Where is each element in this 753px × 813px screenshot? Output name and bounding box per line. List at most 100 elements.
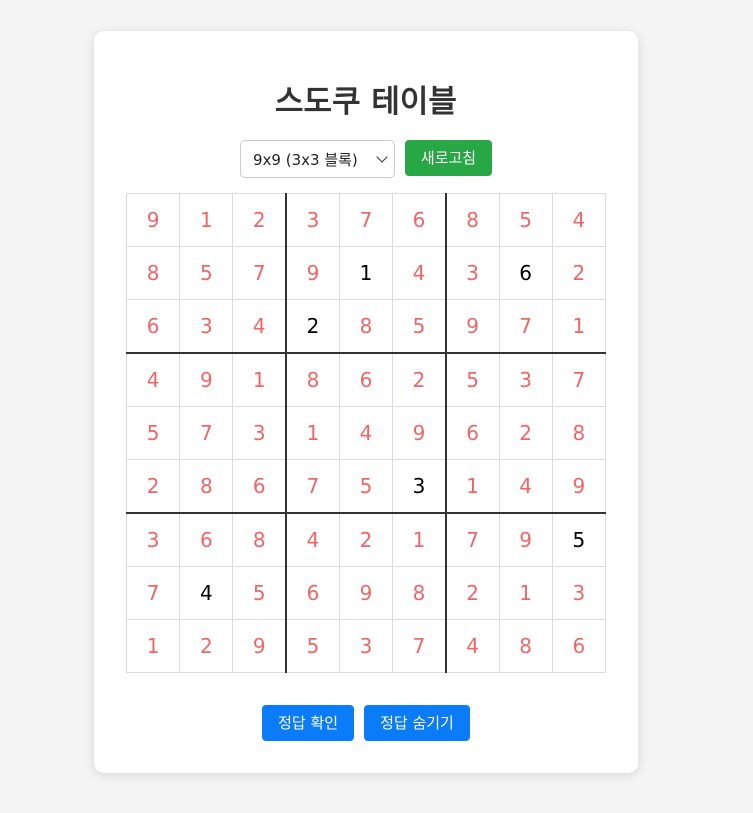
grid-cell[interactable]: 6: [179, 511, 234, 567]
grid-cell[interactable]: 7: [392, 618, 447, 674]
grid-cell[interactable]: 5: [551, 511, 607, 567]
refresh-button[interactable]: 새로고침: [405, 140, 492, 176]
grid-cell[interactable]: 9: [338, 565, 394, 620]
grid-cell[interactable]: 8: [392, 565, 447, 620]
grid-cell[interactable]: 5: [285, 618, 340, 674]
grid-cell[interactable]: 1: [125, 618, 181, 674]
sudoku-card: 스도쿠 테이블 9x9 (3x3 블록) 새로고침 91237685485791…: [94, 31, 638, 773]
grid-row: 573149628: [125, 405, 607, 461]
grid-cell[interactable]: 4: [551, 192, 607, 248]
grid-row: 368421795: [125, 511, 607, 567]
grid-cell[interactable]: 6: [444, 405, 500, 461]
grid-cell[interactable]: 5: [498, 192, 553, 248]
grid-cell[interactable]: 8: [232, 511, 287, 567]
grid-cell[interactable]: 4: [125, 352, 181, 407]
grid-cell[interactable]: 8: [444, 192, 500, 248]
grid-cell[interactable]: 9: [285, 246, 340, 301]
grid-row: 745698213: [125, 565, 607, 620]
grid-cell[interactable]: 1: [392, 511, 447, 567]
grid-cell[interactable]: 2: [232, 192, 287, 248]
page-title: 스도쿠 테이블: [275, 84, 457, 120]
grid-cell[interactable]: 6: [392, 192, 447, 248]
grid-cell[interactable]: 1: [551, 299, 607, 354]
grid-cell[interactable]: 9: [551, 459, 607, 514]
grid-cell[interactable]: 5: [444, 352, 500, 407]
grid-cell[interactable]: 2: [125, 459, 181, 514]
grid-cell[interactable]: 9: [125, 192, 181, 248]
grid-cell[interactable]: 7: [498, 299, 553, 354]
grid-cell[interactable]: 7: [125, 565, 181, 620]
grid-cell[interactable]: 8: [551, 405, 607, 461]
grid-cell[interactable]: 3: [285, 192, 340, 248]
grid-cell[interactable]: 6: [232, 459, 287, 514]
grid-cell[interactable]: 9: [498, 511, 553, 567]
grid-row: 912376854: [125, 192, 607, 248]
grid-cell[interactable]: 6: [551, 618, 607, 674]
grid-cell[interactable]: 7: [551, 352, 607, 407]
grid-row: 129537486: [125, 618, 607, 674]
grid-cell[interactable]: 7: [179, 405, 234, 461]
sudoku-grid: 9123768548579143626342859714918625375731…: [125, 192, 607, 674]
grid-cell[interactable]: 9: [392, 405, 447, 461]
grid-cell[interactable]: 1: [285, 405, 340, 461]
chevron-down-icon: [376, 151, 388, 163]
grid-cell[interactable]: 4: [338, 405, 394, 461]
hide-answer-button[interactable]: 정답 숨기기: [364, 705, 470, 741]
grid-cell[interactable]: 5: [392, 299, 447, 354]
answer-actions: 정답 확인 정답 숨기기: [94, 705, 638, 741]
grid-cell[interactable]: 4: [444, 618, 500, 674]
grid-cell[interactable]: 1: [338, 246, 394, 301]
grid-cell[interactable]: 7: [444, 511, 500, 567]
grid-cell[interactable]: 8: [125, 246, 181, 301]
grid-cell[interactable]: 6: [125, 299, 181, 354]
grid-cell[interactable]: 1: [498, 565, 553, 620]
check-answer-button[interactable]: 정답 확인: [262, 705, 355, 741]
grid-cell[interactable]: 8: [179, 459, 234, 514]
grid-cell[interactable]: 5: [125, 405, 181, 461]
grid-cell[interactable]: 3: [125, 511, 181, 567]
grid-cell[interactable]: 4: [179, 565, 234, 620]
grid-cell[interactable]: 7: [232, 246, 287, 301]
grid-cell[interactable]: 3: [551, 565, 607, 620]
grid-cell[interactable]: 9: [179, 352, 234, 407]
grid-cell[interactable]: 4: [392, 246, 447, 301]
grid-cell[interactable]: 2: [179, 618, 234, 674]
grid-cell[interactable]: 1: [444, 459, 500, 514]
grid-cell[interactable]: 3: [338, 618, 394, 674]
grid-cell[interactable]: 3: [444, 246, 500, 301]
grid-cell[interactable]: 6: [338, 352, 394, 407]
grid-cell[interactable]: 1: [179, 192, 234, 248]
grid-cell[interactable]: 9: [232, 618, 287, 674]
grid-cell[interactable]: 2: [551, 246, 607, 301]
grid-cell[interactable]: 5: [338, 459, 394, 514]
grid-cell[interactable]: 3: [179, 299, 234, 354]
grid-cell[interactable]: 5: [179, 246, 234, 301]
grid-cell[interactable]: 7: [338, 192, 394, 248]
grid-cell[interactable]: 5: [232, 565, 287, 620]
grid-size-select[interactable]: 9x9 (3x3 블록): [240, 140, 395, 178]
grid-row: 634285971: [125, 299, 607, 354]
grid-cell[interactable]: 9: [444, 299, 500, 354]
grid-cell[interactable]: 4: [232, 299, 287, 354]
grid-cell[interactable]: 2: [498, 405, 553, 461]
grid-cell[interactable]: 7: [285, 459, 340, 514]
grid-cell[interactable]: 1: [232, 352, 287, 407]
grid-cell[interactable]: 3: [392, 459, 447, 514]
grid-cell[interactable]: 2: [444, 565, 500, 620]
grid-cell[interactable]: 4: [285, 511, 340, 567]
grid-cell[interactable]: 8: [338, 299, 394, 354]
grid-cell[interactable]: 6: [498, 246, 553, 301]
grid-cell[interactable]: 2: [285, 299, 340, 354]
controls-bar: 9x9 (3x3 블록) 새로고침: [94, 140, 638, 178]
grid-cell[interactable]: 2: [338, 511, 394, 567]
grid-cell[interactable]: 4: [498, 459, 553, 514]
grid-cell[interactable]: 8: [285, 352, 340, 407]
grid-cell[interactable]: 6: [285, 565, 340, 620]
grid-cell[interactable]: 8: [498, 618, 553, 674]
grid-cell[interactable]: 2: [392, 352, 447, 407]
grid-cell[interactable]: 3: [232, 405, 287, 461]
grid-cell[interactable]: 3: [498, 352, 553, 407]
grid-row: 286753149: [125, 459, 607, 514]
grid-size-selected-value: 9x9 (3x3 블록): [253, 150, 358, 169]
grid-row: 857914362: [125, 246, 607, 301]
